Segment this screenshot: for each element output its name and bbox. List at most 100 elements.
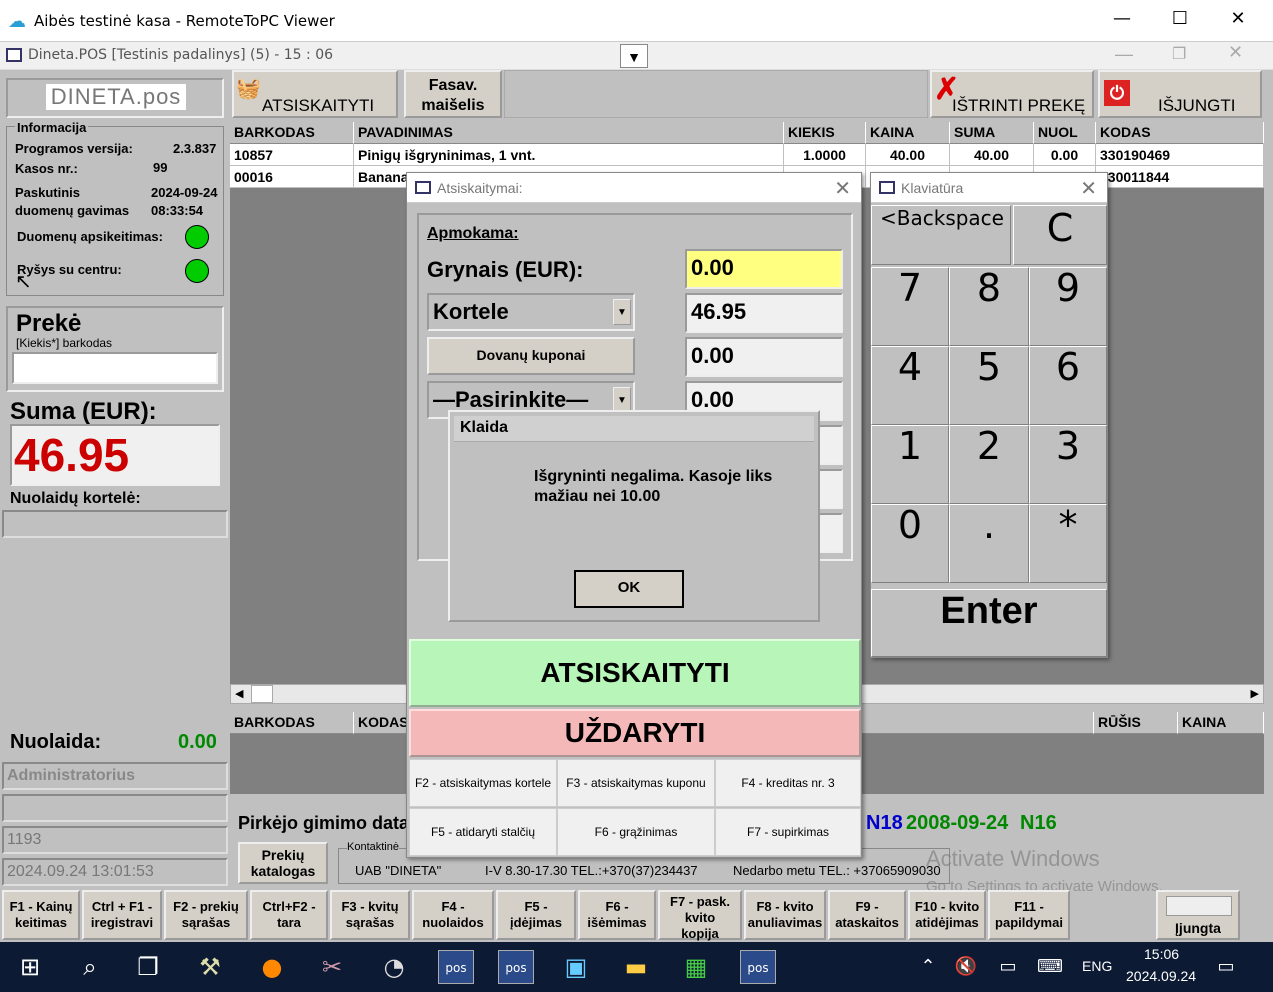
clock-date[interactable]: 2024.09.24 <box>1126 968 1196 984</box>
card-amount[interactable]: 46.95 <box>685 293 843 333</box>
keyboard-close-icon[interactable]: ✕ <box>1080 176 1097 201</box>
fkey-button[interactable]: F5 - įdėjimas <box>496 890 576 940</box>
close-button[interactable]: ✕ <box>1218 8 1258 29</box>
table-cell[interactable]: 00016 <box>230 166 354 188</box>
keyboard-tray-icon[interactable]: ⌨ <box>1032 950 1068 984</box>
toolbar-pay-button[interactable]: 🧺 ATSISKAITYTI <box>232 70 398 118</box>
catalog-button[interactable]: Prekių katalogas <box>238 842 328 884</box>
table-cell[interactable]: 10857 <box>230 144 354 166</box>
digit-key[interactable]: 8 <box>949 267 1029 346</box>
file-explorer-icon[interactable]: ▬ <box>618 950 654 984</box>
bag-button[interactable]: Fasav. maišelis <box>404 70 502 118</box>
inner-restore-button[interactable]: ❐ <box>1172 44 1186 64</box>
bottom-header-kodas[interactable]: KODAS <box>354 712 414 734</box>
fkey-button[interactable]: Ctrl + F1 - iregistravi <box>82 890 162 940</box>
digit-key[interactable]: 3 <box>1029 425 1107 504</box>
ok-button[interactable]: OK <box>574 570 684 608</box>
digit-key[interactable]: 7 <box>871 267 949 346</box>
scroll-left-icon[interactable]: ◀ <box>235 687 243 700</box>
table-cell[interactable]: Pinigų išgryninimas, 1 vnt. <box>354 144 784 166</box>
digit-key[interactable]: 4 <box>871 346 949 425</box>
digit-key[interactable]: * <box>1029 504 1107 583</box>
speaker-muted-icon[interactable]: 🔇 <box>948 950 984 984</box>
chevron-up-icon[interactable]: ⌃ <box>910 950 946 984</box>
digit-key[interactable]: 9 <box>1029 267 1107 346</box>
header-2[interactable]: KIEKIS <box>784 122 866 144</box>
clear-key[interactable]: C <box>1013 205 1107 265</box>
dialog-fkey-button[interactable]: F4 - kreditas nr. 3 <box>715 759 861 807</box>
maximize-button[interactable]: ☐ <box>1160 8 1200 29</box>
bottom-header-kaina[interactable]: KAINA <box>1178 712 1264 734</box>
gift-coupons-button[interactable]: Dovanų kuponai <box>427 337 635 375</box>
scroll-thumb[interactable] <box>251 685 273 703</box>
remote-viewer-icon[interactable]: ▣ <box>558 950 594 984</box>
digit-key[interactable]: 2 <box>949 425 1029 504</box>
fkey-button[interactable]: F8 - kvito anuliavimas <box>744 890 826 940</box>
digit-key[interactable]: . <box>949 504 1029 583</box>
digit-key[interactable]: 6 <box>1029 346 1107 425</box>
close-dialog-button[interactable]: UŽDARYTI <box>409 709 861 757</box>
table-cell[interactable]: 330011844 <box>1096 166 1264 188</box>
header-6[interactable]: KODAS <box>1096 122 1264 144</box>
clock-time[interactable]: 15:06 <box>1144 946 1179 962</box>
payment-close-icon[interactable]: ✕ <box>834 176 851 201</box>
bottom-header-rusis[interactable]: RŪŠIS <box>1094 712 1178 734</box>
shutdown-button[interactable]: ⏻ IŠJUNGTI <box>1098 70 1262 118</box>
fkey-button[interactable]: F1 - Kainų keitimas <box>2 890 80 940</box>
clock-app-icon[interactable]: ◔ <box>376 950 412 984</box>
dineta-pos-icon-2[interactable]: pos <box>498 950 534 984</box>
card-select[interactable]: Kortele ▼ <box>427 293 635 331</box>
inner-minimize-button[interactable]: — <box>1115 44 1133 65</box>
header-5[interactable]: NUOL <box>1034 122 1096 144</box>
inner-close-button[interactable]: ✕ <box>1228 42 1243 63</box>
fkey-button[interactable]: F7 - pask. kvito kopija <box>658 890 742 941</box>
minimize-button[interactable]: — <box>1102 8 1142 29</box>
spreadsheet-icon[interactable]: ▦ <box>678 950 714 984</box>
card-field[interactable] <box>2 510 228 538</box>
header-3[interactable]: KAINA <box>866 122 950 144</box>
fkey-button[interactable]: F9 - ataskaitos <box>828 890 906 940</box>
dineta-pos-icon-1[interactable]: pos <box>438 950 474 984</box>
tools-app-icon[interactable]: ⚒ <box>192 950 228 984</box>
enter-key[interactable]: Enter <box>871 589 1107 657</box>
digit-key[interactable]: 5 <box>949 346 1029 425</box>
backspace-key[interactable]: <Backspace <box>871 205 1011 265</box>
digit-key[interactable]: 1 <box>871 425 949 504</box>
barcode-input[interactable] <box>12 352 218 384</box>
dineta-pos-icon-3[interactable]: pos <box>740 950 776 984</box>
bottom-header-barkodas[interactable]: BARKODAS <box>230 712 354 734</box>
firefox-icon[interactable]: ● <box>254 950 290 984</box>
fkey-button[interactable]: F2 - prekių sąrašas <box>164 890 248 940</box>
fkey-button[interactable]: F10 - kvito atidėjimas <box>908 890 986 940</box>
ijungta-button[interactable]: Įjungta <box>1156 890 1240 940</box>
dialog-fkey-button[interactable]: F2 - atsiskaitymas kortele <box>409 759 557 807</box>
dialog-fkey-button[interactable]: F6 - grąžinimas <box>557 808 715 856</box>
task-view-icon[interactable]: ❐ <box>130 950 166 984</box>
cash-input[interactable]: 0.00 <box>685 249 843 289</box>
digit-key[interactable]: 0 <box>871 504 949 583</box>
pay-button[interactable]: ATSISKAITYTI <box>409 639 861 707</box>
fkey-button[interactable]: F6 - išėmimas <box>578 890 656 940</box>
delete-item-button[interactable]: ✗ IŠTRINTI PREKĘ <box>930 70 1094 118</box>
scroll-right-icon[interactable]: ▶ <box>1251 687 1259 700</box>
fkey-button[interactable]: Ctrl+F2 - tara <box>250 890 328 940</box>
header-1[interactable]: PAVADINIMAS <box>354 122 784 144</box>
table-cell[interactable]: 40.00 <box>866 144 950 166</box>
network-tool-icon[interactable]: ✂ <box>314 950 350 984</box>
gift-amount[interactable]: 0.00 <box>685 337 843 377</box>
network-icon[interactable]: ▭ <box>990 950 1026 984</box>
header-0[interactable]: BARKODAS <box>230 122 354 144</box>
fkey-button[interactable]: F11 - papildymai <box>988 890 1070 940</box>
search-icon[interactable]: ⌕ <box>72 950 108 984</box>
language-indicator[interactable]: ENG <box>1082 958 1112 974</box>
table-cell[interactable]: 1.0000 <box>784 144 866 166</box>
dialog-fkey-button[interactable]: F5 - atidaryti stalčių <box>409 808 557 856</box>
fkey-button[interactable]: F3 - kvitų sąrašas <box>330 890 410 940</box>
dropdown-arrow-icon[interactable]: ▼ <box>620 44 648 68</box>
dialog-fkey-button[interactable]: F3 - atsiskaitymas kuponu <box>557 759 715 807</box>
header-4[interactable]: SUMA <box>950 122 1034 144</box>
table-cell[interactable]: 330190469 <box>1096 144 1264 166</box>
table-cell[interactable]: 40.00 <box>950 144 1034 166</box>
fkey-button[interactable]: F4 - nuolaidos <box>412 890 494 940</box>
table-cell[interactable]: 0.00 <box>1034 144 1096 166</box>
